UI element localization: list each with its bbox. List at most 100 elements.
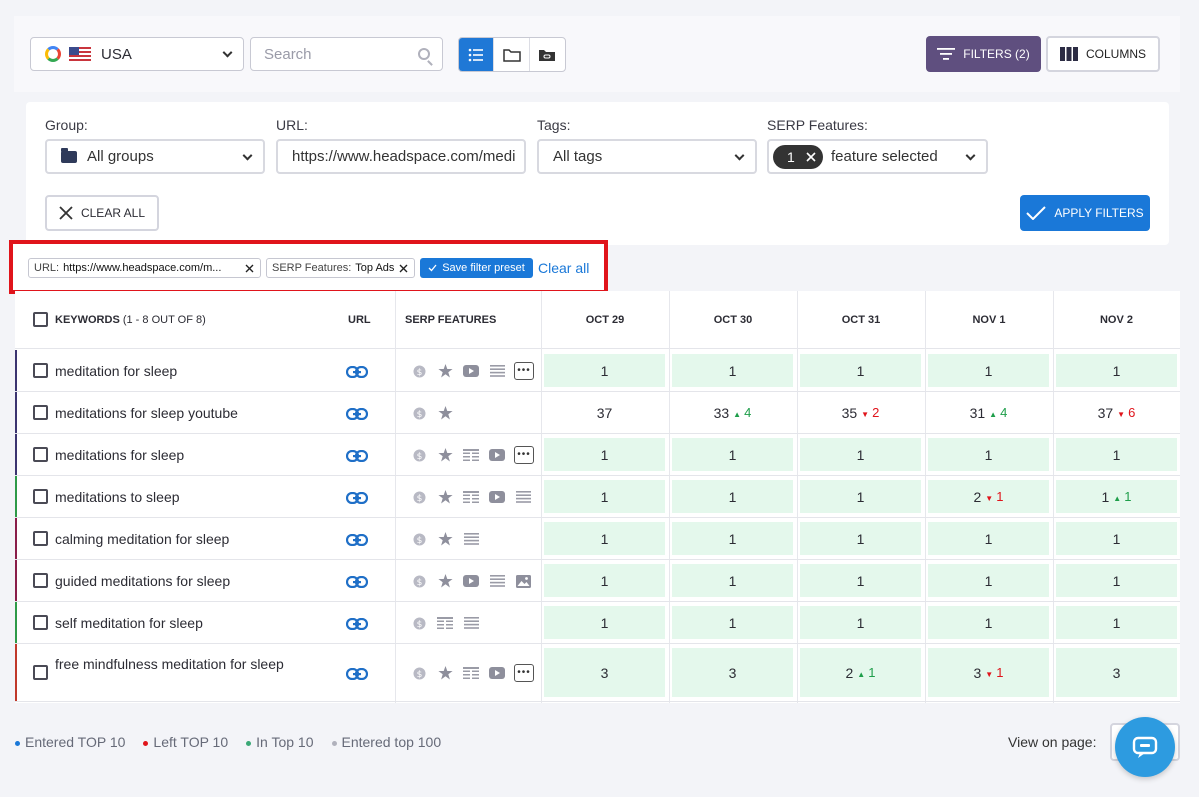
- tag-view-button[interactable]: [530, 38, 565, 71]
- serp-features: $ •••: [406, 664, 534, 682]
- serp-features: $: [406, 614, 484, 632]
- url-link-icon[interactable]: [345, 617, 369, 631]
- chat-support-button[interactable]: [1115, 717, 1175, 777]
- folder-view-button[interactable]: [494, 38, 530, 71]
- date-header[interactable]: NOV 1: [925, 291, 1053, 349]
- active-filter-chip-serp[interactable]: SERP Features: Top Ads: [266, 258, 415, 278]
- list-view-button[interactable]: [459, 38, 495, 71]
- serp-count-pill[interactable]: 1: [773, 144, 823, 169]
- position-value: 3: [600, 664, 609, 681]
- date-header[interactable]: OCT 31: [797, 291, 925, 349]
- serp-features-select[interactable]: 1 feature selected: [767, 139, 988, 174]
- columns-icon: [1059, 47, 1078, 61]
- row-checkbox[interactable]: [33, 405, 48, 420]
- date-header[interactable]: OCT 29: [541, 291, 669, 349]
- coin-feature-icon: $: [406, 614, 432, 632]
- arrow-down-icon: ▼: [985, 670, 994, 679]
- row-checkbox[interactable]: [33, 665, 48, 680]
- url-link-icon[interactable]: [345, 407, 369, 421]
- close-icon[interactable]: [805, 151, 817, 163]
- apply-filters-button[interactable]: APPLY FILTERS: [1020, 195, 1150, 231]
- more-features-button[interactable]: •••: [514, 446, 534, 464]
- keyword-text[interactable]: meditations to sleep: [55, 488, 285, 506]
- arrow-up-icon: ▲: [733, 410, 742, 419]
- serp-features: $: [406, 404, 458, 422]
- apply-filters-label: APPLY FILTERS: [1054, 206, 1144, 220]
- keyword-text[interactable]: free mindfulness meditation for sleep: [55, 655, 285, 673]
- url-link-icon[interactable]: [345, 491, 369, 505]
- search-engine-country-select[interactable]: USA: [30, 37, 244, 71]
- list-feature-icon: [484, 362, 510, 380]
- close-icon[interactable]: [399, 264, 408, 273]
- close-icon[interactable]: [245, 264, 254, 273]
- table-row[interactable]: meditation for sleep $ ••• 1 1 1 1 1: [15, 350, 1180, 392]
- table-row[interactable]: self meditation for sleep $1 1 1 1 1: [15, 602, 1180, 644]
- keywords-header-label: KEYWORDS (1 - 8 OUT OF 8): [55, 314, 206, 326]
- url-header: URL: [348, 313, 371, 326]
- country-label: USA: [101, 45, 132, 63]
- table-row[interactable]: guided meditations for sleep $1 1 1 1 1: [15, 560, 1180, 602]
- url-link-icon[interactable]: [345, 575, 369, 589]
- keyword-text[interactable]: meditation for sleep: [55, 362, 285, 380]
- position-cell: 1: [928, 438, 1049, 471]
- position-cell: 1: [544, 480, 665, 513]
- table-row[interactable]: calming meditation for sleep $1 1 1 1 1: [15, 518, 1180, 560]
- url-link-icon[interactable]: [345, 533, 369, 547]
- keyword-text[interactable]: calming meditation for sleep: [55, 530, 285, 548]
- google-icon: [45, 46, 61, 62]
- position-cell: 1: [544, 564, 665, 597]
- video-feature-icon: [484, 446, 510, 464]
- keyword-text[interactable]: self meditation for sleep: [55, 614, 285, 632]
- date-header[interactable]: OCT 30: [669, 291, 797, 349]
- row-checkbox[interactable]: [33, 615, 48, 630]
- position-cell: 1: [544, 522, 665, 555]
- url-link-icon[interactable]: [345, 449, 369, 463]
- url-filter-input[interactable]: https://www.headspace.com/medi: [276, 139, 526, 174]
- keyword-text[interactable]: meditations for sleep: [55, 446, 285, 464]
- row-checkbox[interactable]: [33, 363, 48, 378]
- position-cell: 1: [672, 606, 793, 639]
- group-color-bar: [15, 560, 17, 601]
- row-checkbox[interactable]: [33, 573, 48, 588]
- view-mode-toggle: [458, 37, 566, 72]
- position-value: 2: [973, 488, 982, 505]
- position-cell: 3: [544, 648, 665, 697]
- position-cell: 1: [672, 480, 793, 513]
- row-checkbox[interactable]: [33, 531, 48, 546]
- search-input[interactable]: Search: [250, 37, 443, 71]
- coin-feature-icon: $: [406, 530, 432, 548]
- clear-all-link[interactable]: Clear all: [538, 260, 589, 276]
- row-checkbox[interactable]: [33, 447, 48, 462]
- active-filter-chip-url[interactable]: URL: https://www.headspace.com/m...: [28, 258, 261, 278]
- position-value: 1: [1112, 446, 1121, 463]
- position-cell: 1: [672, 438, 793, 471]
- legend-dot-icon: [143, 740, 149, 746]
- more-features-button[interactable]: •••: [514, 362, 534, 380]
- table-row[interactable]: meditations for sleep $ ••• 1 1 1 1 1: [15, 434, 1180, 476]
- row-checkbox[interactable]: [33, 489, 48, 504]
- select-all-checkbox[interactable]: [33, 312, 48, 327]
- tags-select[interactable]: All tags: [537, 139, 757, 174]
- clear-all-button[interactable]: CLEAR ALL: [45, 195, 159, 231]
- group-color-bar: [15, 350, 17, 391]
- filters-button[interactable]: FILTERS (2): [926, 36, 1041, 72]
- url-link-icon[interactable]: [345, 667, 369, 681]
- columns-button[interactable]: COLUMNS: [1046, 36, 1160, 72]
- more-features-button[interactable]: •••: [514, 664, 534, 682]
- position-value: 1: [600, 572, 609, 589]
- date-header[interactable]: NOV 2: [1053, 291, 1180, 349]
- position-value: 1: [600, 530, 609, 547]
- star-feature-icon: [432, 530, 458, 548]
- position-cell: 1: [928, 522, 1049, 555]
- url-link-icon[interactable]: [345, 365, 369, 379]
- group-select[interactable]: All groups: [45, 139, 265, 174]
- save-filter-preset-button[interactable]: Save filter preset: [420, 258, 533, 278]
- view-on-page-label: View on page:: [1008, 734, 1097, 750]
- table-row[interactable]: meditations to sleep $1 1 1 2 ▼ 1 1 ▲ 1: [15, 476, 1180, 518]
- table-row[interactable]: meditations for sleep youtube $37 33 ▲ 4 35 ▼…: [15, 392, 1180, 434]
- position-cell: 1: [672, 564, 793, 597]
- keyword-text[interactable]: guided meditations for sleep: [55, 572, 285, 590]
- keyword-text[interactable]: meditations for sleep youtube: [55, 404, 285, 422]
- position-cell: 37 ▼ 6: [1056, 396, 1177, 429]
- table-row[interactable]: free mindfulness meditation for sleep $ ••…: [15, 644, 1180, 702]
